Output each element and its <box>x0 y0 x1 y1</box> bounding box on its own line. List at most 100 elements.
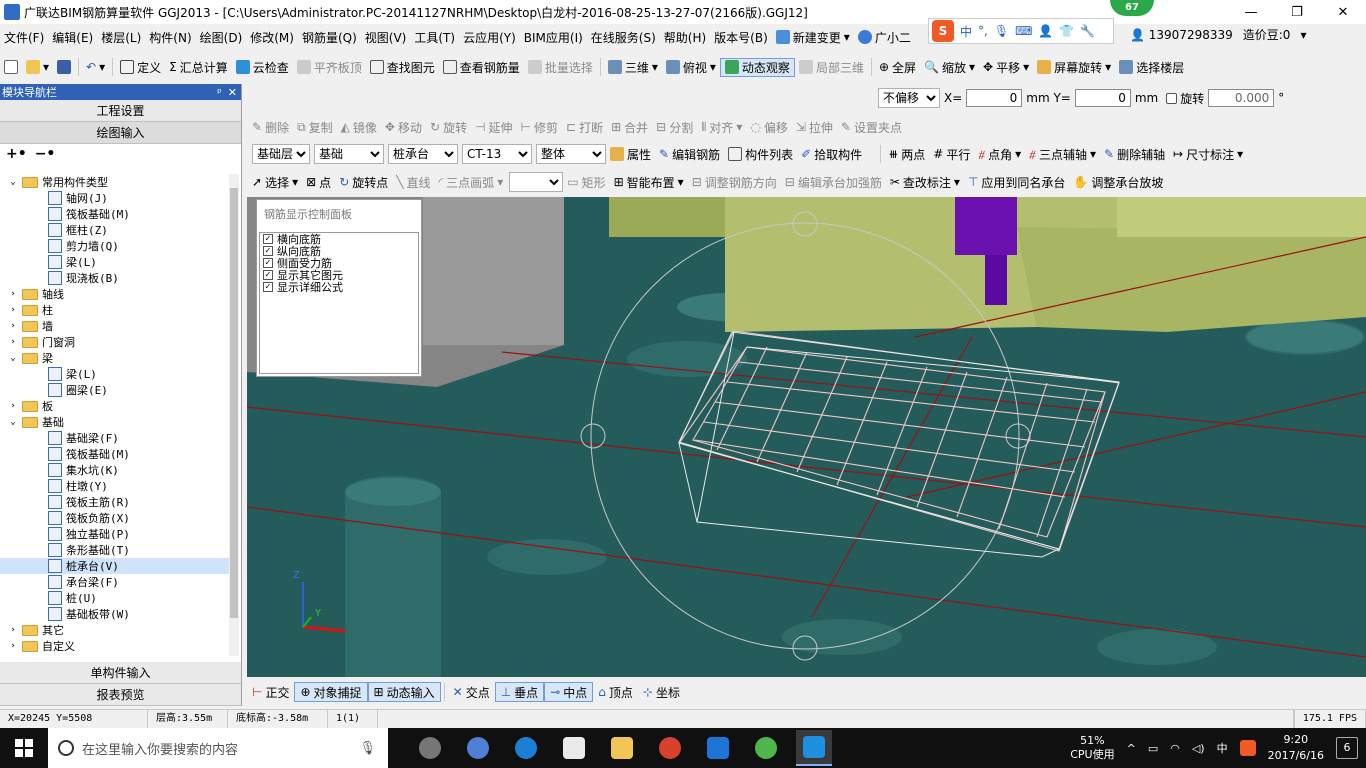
tree-item[interactable]: 轴网(J) <box>0 190 236 206</box>
ime-shirt-icon[interactable]: 👕 <box>1059 24 1074 38</box>
tree-item[interactable]: 框柱(Z) <box>0 222 236 238</box>
new-file-button[interactable] <box>0 60 22 74</box>
rect-button[interactable]: ▭ 矩形 <box>563 174 609 191</box>
menu-draw[interactable]: 绘图(D) <box>196 29 247 46</box>
adjust-rebar-dir-button[interactable]: ⊟ 调整钢筋方向 <box>688 174 781 191</box>
menu-online[interactable]: 在线服务(S) <box>587 29 660 46</box>
pan-button[interactable]: ✥ 平移 ▾ <box>979 59 1033 76</box>
arc-mode-select[interactable] <box>509 172 564 192</box>
dynamic-view-button[interactable]: 动态观察 <box>719 57 795 77</box>
fullscreen-button[interactable]: ⊕ 全屏 <box>875 59 920 76</box>
dynamic-input-button[interactable]: ⊞ 动态输入 <box>367 682 441 702</box>
expand-toggle-icon[interactable]: › <box>8 305 18 315</box>
cpu-usage[interactable]: 51% CPU使用 <box>1070 734 1114 762</box>
break-button[interactable]: ⊏ 打断 <box>562 119 607 136</box>
explorer-app[interactable] <box>604 730 640 766</box>
layer-select[interactable]: 基础层 <box>252 144 310 164</box>
component-name-select[interactable]: CT-13 <box>462 144 532 164</box>
cloud-check-button[interactable]: 云检查 <box>232 59 293 76</box>
object-snap-button[interactable]: ⊕ 对象捕捉 <box>294 682 368 702</box>
tree-item[interactable]: 筏板基础(M) <box>0 206 236 222</box>
pin-icon[interactable]: ᵖ <box>217 86 222 99</box>
component-list-button[interactable]: 构件列表 <box>724 146 797 163</box>
top-view-button[interactable]: 俯视 ▾ <box>662 59 720 76</box>
tree-item[interactable]: 剪力墙(Q) <box>0 238 236 254</box>
report-preview-button[interactable]: 报表预览 <box>0 684 241 706</box>
menu-modify[interactable]: 修改(M) <box>246 29 298 46</box>
pick-component-button[interactable]: ✐ 拾取构件 <box>797 146 866 163</box>
category-select[interactable]: 基础 <box>314 144 384 164</box>
expand-toggle-icon[interactable]: › <box>8 641 18 651</box>
close-button[interactable]: ✕ <box>1320 0 1366 24</box>
task-view-app[interactable] <box>412 730 448 766</box>
edit-cap-rebar-button[interactable]: ⊟ 编辑承台加强筋 <box>781 174 886 191</box>
x-input[interactable] <box>966 89 1023 107</box>
set-grip-button[interactable]: ✎ 设置夹点 <box>837 119 906 136</box>
menu-bim[interactable]: BIM应用(I) <box>520 29 587 46</box>
ime-mic-icon[interactable]: 🎙 <box>994 24 1009 38</box>
edge-app[interactable] <box>508 730 544 766</box>
coordinate-button[interactable]: ⊹ 坐标 <box>638 682 685 702</box>
expand-toggle-icon[interactable]: › <box>8 321 18 331</box>
trim-button[interactable]: ⊢ 修剪 <box>517 119 562 136</box>
menu-floor[interactable]: 楼层(L) <box>97 29 145 46</box>
point-button[interactable]: ⊠ 点 <box>302 174 335 191</box>
mirror-button[interactable]: ◭ 镜像 <box>337 119 381 136</box>
menu-help[interactable]: 帮助(H) <box>660 29 710 46</box>
green-app[interactable] <box>748 730 784 766</box>
network-icon[interactable]: ▭ <box>1148 742 1158 755</box>
tree-folder[interactable]: › 自定义 <box>0 638 236 654</box>
tree-folder[interactable]: › 板 <box>0 398 236 414</box>
expand-toggle-icon[interactable]: › <box>8 289 18 299</box>
notification-center[interactable]: 6 <box>1336 737 1358 759</box>
menu-file[interactable]: 文件(F) <box>0 29 48 46</box>
menu-edit[interactable]: 编辑(E) <box>48 29 97 46</box>
menu-cloud[interactable]: 云应用(Y) <box>459 29 520 46</box>
collapse-toggle-icon[interactable]: ⌄ <box>8 177 18 187</box>
ime-indicator[interactable]: 中 <box>1217 740 1228 756</box>
tree-item[interactable]: 现浇板(B) <box>0 270 236 286</box>
rotate-button[interactable]: ↻ 旋转 <box>426 119 471 136</box>
minimize-button[interactable]: — <box>1228 0 1274 24</box>
move-button[interactable]: ✥ 移动 <box>381 119 426 136</box>
properties-button[interactable]: 属性 <box>606 146 655 163</box>
guangxiao-button[interactable]: 广小二 <box>854 29 915 46</box>
extend-button[interactable]: ⊣ 延伸 <box>471 119 516 136</box>
tree-item[interactable]: 桩承台(V) <box>0 558 236 574</box>
screen-rotate-button[interactable]: 屏幕旋转 ▾ <box>1033 59 1115 76</box>
expand-toggle-icon[interactable]: › <box>8 401 18 411</box>
perpendicular-button[interactable]: ⊥ 垂点 <box>494 682 545 702</box>
tree-folder[interactable]: › 墙 <box>0 318 236 334</box>
ime-lang[interactable]: 中 <box>960 23 972 40</box>
start-button[interactable] <box>0 728 48 768</box>
component-type-select[interactable]: 桩承台 <box>388 144 458 164</box>
align-button[interactable]: ⫴ 对齐 ▾ <box>697 119 746 136</box>
modify-label-button[interactable]: ✂ 查改标注 ▾ <box>886 174 964 191</box>
tree-item[interactable]: 基础板带(W) <box>0 606 236 622</box>
tree-item[interactable]: 基础梁(F) <box>0 430 236 446</box>
three-d-button[interactable]: 三维 ▾ <box>604 59 662 76</box>
expand-toggle-icon[interactable]: › <box>8 337 18 347</box>
restore-button[interactable]: ❐ <box>1274 0 1320 24</box>
local-3d-button[interactable]: 局部三维 <box>795 59 868 76</box>
delete-button[interactable]: ✎ 删除 <box>248 119 293 136</box>
tree-folder[interactable]: ⌄ 常用构件类型 <box>0 174 236 190</box>
collapse-toggle-icon[interactable]: ⌄ <box>8 353 18 363</box>
flush-slab-button[interactable]: 平齐板顶 <box>293 59 366 76</box>
batch-select-button[interactable]: 批量选择 <box>524 59 597 76</box>
expand-toggle-icon[interactable]: › <box>8 625 18 635</box>
clock[interactable]: 9:20 2017/6/16 <box>1268 732 1324 764</box>
three-point-axis-button[interactable]: ⧣ 三点辅轴 ▾ <box>1025 146 1100 163</box>
menu-view[interactable]: 视图(V) <box>361 29 411 46</box>
menu-tools[interactable]: 工具(T) <box>410 29 459 46</box>
parallel-button[interactable]: # 平行 <box>929 146 974 163</box>
ime-wrench-icon[interactable]: 🔧 <box>1080 24 1095 38</box>
ime-user-icon[interactable]: 👤 <box>1038 24 1053 38</box>
tree-folder[interactable]: ⌄ 基础 <box>0 414 236 430</box>
undo-button[interactable]: ↶ ▾ <box>82 60 109 74</box>
copy-button[interactable]: ⧉ 复制 <box>293 119 337 136</box>
tree-item[interactable]: 承台梁(F) <box>0 574 236 590</box>
midpoint-button[interactable]: ⊸ 中点 <box>544 682 594 702</box>
mic-icon[interactable]: 🎙 <box>359 741 376 756</box>
tree-item[interactable]: 筏板负筋(X) <box>0 510 236 526</box>
